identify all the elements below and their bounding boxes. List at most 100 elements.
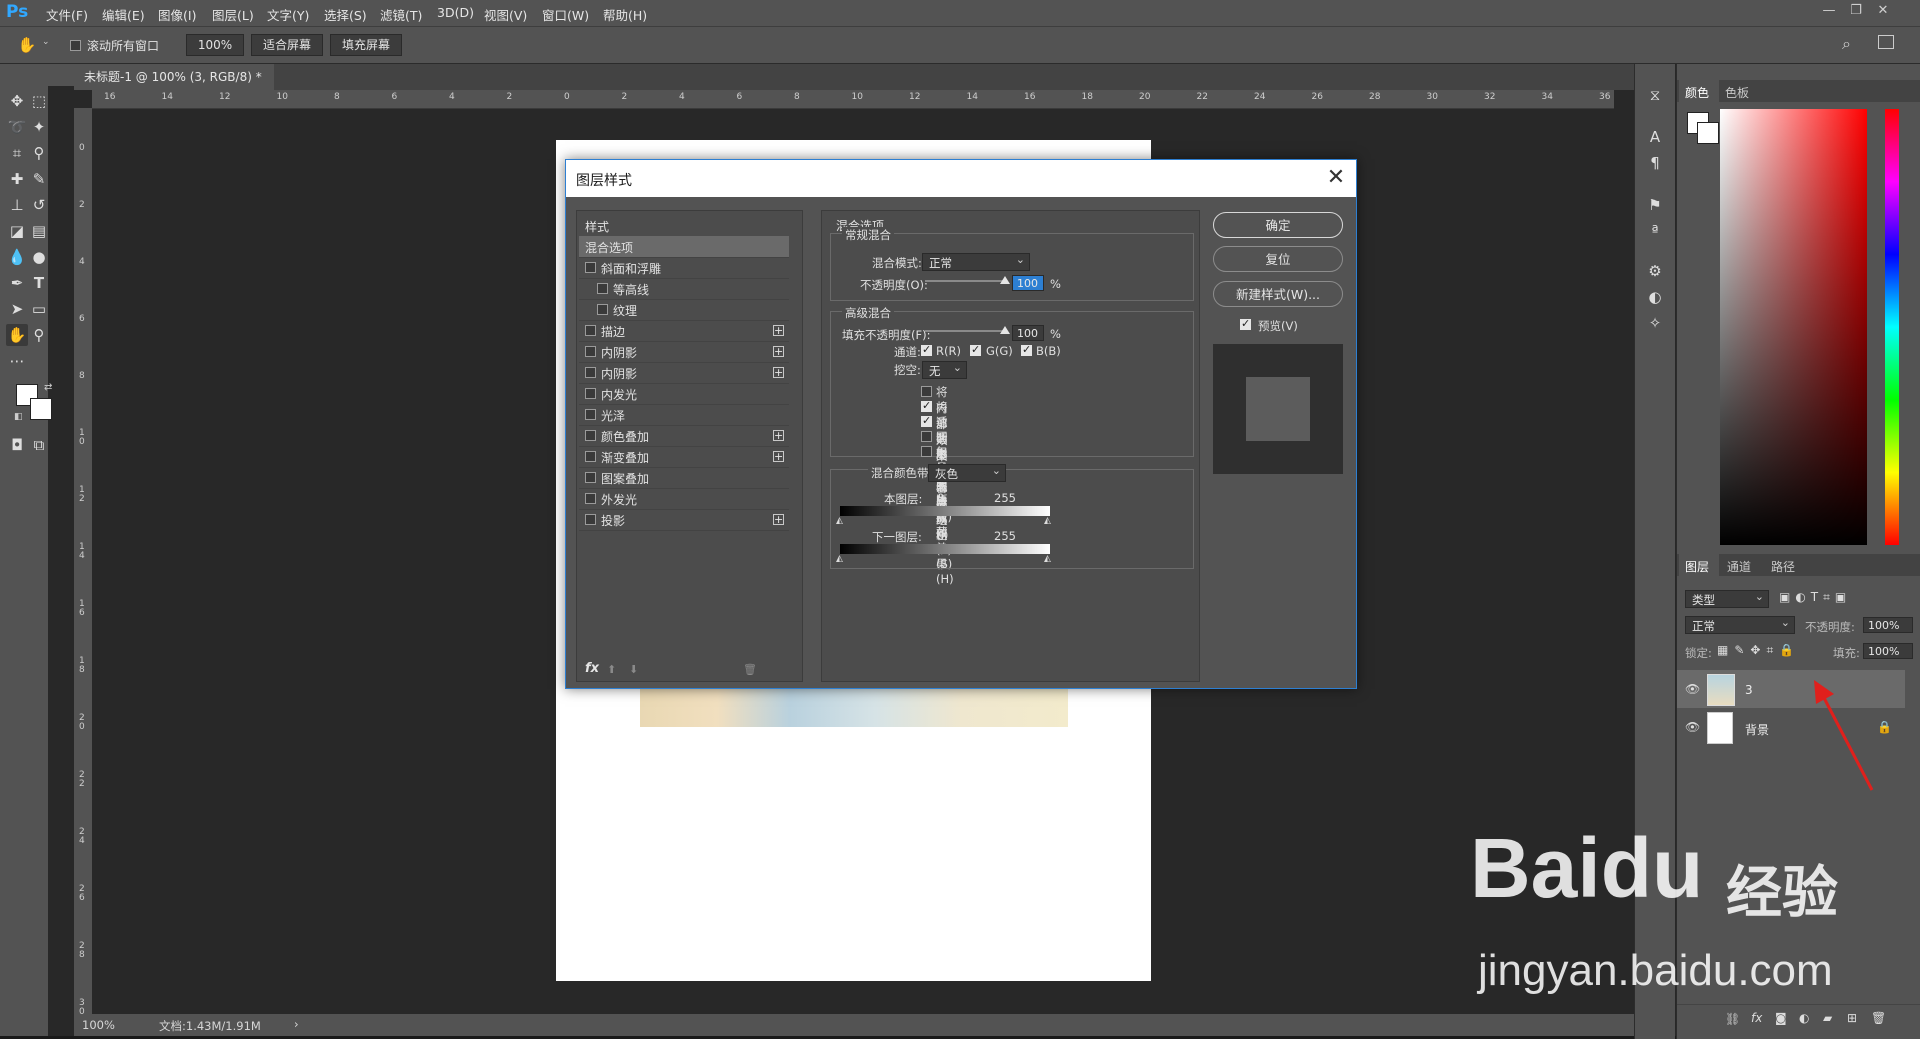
layer-filter-icons[interactable]: ▣◐T⌗▣ bbox=[1779, 590, 1851, 605]
opacity-slider[interactable] bbox=[925, 280, 1007, 282]
tab-color[interactable]: 颜色 bbox=[1685, 84, 1709, 101]
menu-3d[interactable]: 3D(D) bbox=[437, 5, 474, 20]
menu-file[interactable]: 文件(F) bbox=[46, 5, 88, 24]
style-checkbox[interactable] bbox=[585, 409, 596, 420]
advanced-option-checkbox[interactable] bbox=[921, 386, 932, 397]
style-item[interactable]: 光泽 bbox=[579, 404, 789, 426]
hue-slider[interactable] bbox=[1885, 109, 1899, 545]
channel-g-checkbox[interactable] bbox=[970, 343, 981, 356]
style-item[interactable]: 样式 bbox=[579, 215, 789, 237]
search-icon[interactable]: ⌕ bbox=[1842, 34, 1851, 54]
style-item[interactable]: 投影 + bbox=[579, 509, 789, 531]
menu-filter[interactable]: 滤镜(T) bbox=[380, 5, 422, 24]
workspace-icon[interactable] bbox=[1878, 35, 1894, 49]
style-item[interactable]: 纹理 bbox=[579, 299, 789, 321]
this-layer-white-thumb[interactable]: ◭ bbox=[1044, 516, 1051, 526]
add-effect-icon[interactable]: + bbox=[773, 514, 784, 525]
style-checkbox[interactable] bbox=[585, 346, 596, 357]
screen-mode-icon[interactable]: ⧉ bbox=[28, 434, 50, 456]
style-item[interactable]: 内发光 bbox=[579, 383, 789, 405]
status-menu-arrow-icon[interactable]: › bbox=[294, 1017, 299, 1031]
healing-brush-tool-icon[interactable]: ✚ bbox=[6, 168, 28, 190]
menu-type[interactable]: 文字(Y) bbox=[267, 5, 309, 24]
visibility-eye-icon[interactable]: 👁 bbox=[1685, 682, 1700, 696]
tab-channels[interactable]: 通道 bbox=[1727, 558, 1751, 575]
close-icon[interactable]: ✕ bbox=[1322, 164, 1350, 192]
style-checkbox[interactable] bbox=[597, 283, 608, 294]
move-tool-icon[interactable]: ✥ bbox=[6, 90, 28, 112]
this-layer-gradient[interactable] bbox=[840, 506, 1050, 516]
color-picker-field[interactable] bbox=[1720, 109, 1867, 545]
underlying-white-thumb[interactable]: ◭ bbox=[1044, 554, 1051, 564]
new-style-button[interactable]: 新建样式(W)... bbox=[1213, 281, 1343, 307]
menu-select[interactable]: 选择(S) bbox=[324, 5, 367, 24]
advanced-option-checkbox[interactable] bbox=[921, 399, 932, 412]
eraser-tool-icon[interactable]: ◪ bbox=[6, 220, 28, 242]
panel-background-swatch[interactable] bbox=[1697, 122, 1719, 144]
fill-screen-button[interactable]: 填充屏幕 bbox=[330, 34, 402, 56]
menu-help[interactable]: 帮助(H) bbox=[603, 5, 647, 24]
style-checkbox[interactable] bbox=[585, 430, 596, 441]
menu-edit[interactable]: 编辑(E) bbox=[102, 5, 145, 24]
move-down-icon[interactable]: ⬇ bbox=[629, 663, 638, 676]
reset-button[interactable]: 复位 bbox=[1213, 246, 1343, 272]
quick-mask-icon[interactable]: ◘ bbox=[6, 434, 28, 456]
marquee-tool-icon[interactable]: ⬚ bbox=[28, 90, 50, 112]
underlying-black-thumb[interactable]: ◭ bbox=[836, 554, 843, 564]
layer-blend-mode-select[interactable]: 正常 bbox=[1685, 614, 1795, 634]
layer-opacity-input[interactable]: 100% bbox=[1863, 617, 1913, 633]
background-color-swatch[interactable] bbox=[30, 398, 52, 420]
dialog-titlebar[interactable]: 图层样式 ✕ bbox=[566, 160, 1356, 197]
blur-tool-icon[interactable]: 💧 bbox=[6, 246, 28, 268]
properties-panel-icon[interactable]: ⚙ bbox=[1644, 260, 1666, 282]
channel-b-checkbox[interactable] bbox=[1021, 343, 1032, 356]
styles-panel-icon[interactable]: ✧ bbox=[1644, 312, 1666, 334]
tool-preset-chevron-icon[interactable]: ⌄ bbox=[42, 37, 50, 47]
rectangle-tool-icon[interactable]: ▭ bbox=[28, 298, 50, 320]
path-selection-tool-icon[interactable]: ➤ bbox=[6, 298, 28, 320]
clone-stamp-tool-icon[interactable]: ⊥ bbox=[6, 194, 28, 216]
style-item[interactable]: 图案叠加 bbox=[579, 467, 789, 489]
menu-view[interactable]: 视图(V) bbox=[484, 5, 527, 24]
style-checkbox[interactable] bbox=[585, 514, 596, 525]
hand-tool-icon[interactable]: ✋ bbox=[16, 34, 38, 56]
style-checkbox[interactable] bbox=[585, 367, 596, 378]
dodge-tool-icon[interactable]: ● bbox=[28, 246, 50, 268]
this-layer-black-thumb[interactable]: ◭ bbox=[836, 516, 843, 526]
zoom-tool-icon[interactable]: ⚲ bbox=[28, 324, 50, 346]
magic-wand-tool-icon[interactable]: ✦ bbox=[28, 116, 50, 138]
menu-window[interactable]: 窗口(W) bbox=[542, 5, 589, 24]
glyphs-icon[interactable]: ª bbox=[1644, 220, 1666, 242]
style-item[interactable]: 斜面和浮雕 bbox=[579, 257, 789, 279]
zoom-value-button[interactable]: 100% bbox=[186, 34, 244, 56]
swap-colors-icon[interactable]: ⇄ bbox=[44, 382, 52, 393]
add-effect-icon[interactable]: + bbox=[773, 451, 784, 462]
move-up-icon[interactable]: ⬆ bbox=[607, 663, 616, 676]
style-checkbox[interactable] bbox=[585, 493, 596, 504]
layer-filter-select[interactable]: 类型 bbox=[1685, 588, 1769, 608]
add-effect-icon[interactable]: + bbox=[773, 325, 784, 336]
style-checkbox[interactable] bbox=[585, 472, 596, 483]
default-colors-icon[interactable]: ◧ bbox=[14, 412, 23, 422]
opacity-slider-thumb[interactable] bbox=[1000, 276, 1010, 284]
paragraph-panel-icon[interactable]: ¶ bbox=[1644, 152, 1666, 174]
fill-opacity-slider-thumb[interactable] bbox=[1000, 326, 1010, 334]
tab-layers[interactable]: 图层 bbox=[1685, 558, 1709, 575]
gradient-tool-icon[interactable]: ▤ bbox=[28, 220, 50, 242]
style-item[interactable]: 描边 + bbox=[579, 320, 789, 342]
style-item[interactable]: 颜色叠加 + bbox=[579, 425, 789, 447]
style-checkbox[interactable] bbox=[585, 262, 596, 273]
lasso-tool-icon[interactable]: ➰ bbox=[6, 116, 28, 138]
character-panel-icon[interactable]: A bbox=[1644, 126, 1666, 148]
style-checkbox[interactable] bbox=[585, 451, 596, 462]
tab-paths[interactable]: 路径 bbox=[1771, 558, 1795, 575]
add-effect-icon[interactable]: + bbox=[773, 367, 784, 378]
style-checkbox[interactable] bbox=[585, 388, 596, 399]
close-button[interactable]: ✕ bbox=[1874, 3, 1892, 21]
add-effect-icon[interactable]: + bbox=[773, 346, 784, 357]
style-checkbox[interactable] bbox=[585, 325, 596, 336]
menu-image[interactable]: 图像(I) bbox=[158, 5, 196, 24]
style-item[interactable]: 渐变叠加 + bbox=[579, 446, 789, 468]
status-zoom[interactable]: 100% bbox=[82, 1018, 115, 1032]
document-tab[interactable]: 未标题-1 @ 100% (3, RGB/8) * × bbox=[74, 64, 274, 110]
